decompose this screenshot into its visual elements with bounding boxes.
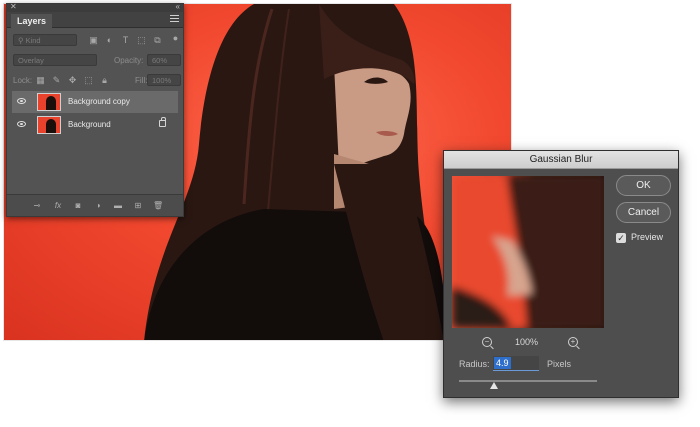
zoom-out-icon[interactable]: − (482, 337, 492, 347)
opacity-field[interactable]: 60% (147, 54, 181, 66)
zoom-in-icon[interactable]: + (568, 337, 578, 347)
lock-icon (159, 117, 166, 127)
layer-row-background[interactable]: Background (12, 114, 178, 136)
zoom-level: 100% (515, 337, 539, 347)
fill-label: Fill: (135, 76, 148, 85)
lock-row: Lock: ▦ ✎ ✥ ⬚ 🔒︎ Fill: 100% (11, 74, 181, 88)
trash-icon[interactable]: 🗑︎ (153, 201, 163, 210)
tab-layers[interactable]: Layers (11, 14, 53, 28)
radius-value: 4.9 (494, 357, 511, 369)
ok-button[interactable]: OK (616, 175, 671, 196)
workspace: ✕ « Layers ⚲ Kind ▣ ◐ T ⬚ ⧉ ● Overlay Op… (0, 0, 700, 427)
folder-icon[interactable]: ▬ (113, 201, 123, 210)
layer-name: Background (68, 120, 111, 129)
blend-row: Overlay Opacity: 60% (11, 54, 181, 68)
type-filter-icon[interactable]: T (121, 36, 130, 45)
collapse-icon[interactable]: « (176, 2, 180, 11)
preview-label: Preview (631, 232, 664, 242)
image-filter-icon[interactable]: ▣ (89, 36, 98, 45)
filter-toggle-icon[interactable]: ● (171, 34, 180, 43)
blend-mode-select[interactable]: Overlay (13, 54, 97, 66)
filter-kind-select[interactable]: ⚲ Kind (13, 34, 77, 46)
link-icon[interactable]: ⊸ (32, 201, 42, 210)
new-layer-icon[interactable]: ⊞ (133, 201, 143, 210)
radius-slider-track[interactable] (459, 380, 597, 382)
layers-bottom-toolbar: ⊸ fx ◙ ◑ ▬ ⊞ 🗑︎ (7, 194, 183, 216)
fill-field[interactable]: 100% (147, 74, 181, 86)
lock-artboard-icon[interactable]: ⬚ (84, 76, 93, 85)
preview-checkbox[interactable]: ✓ (616, 233, 626, 243)
layer-thumbnail (37, 93, 61, 111)
layer-name: Background copy (68, 97, 130, 106)
panel-menu-icon[interactable] (170, 15, 179, 24)
mask-icon[interactable]: ◙ (73, 201, 83, 210)
lock-transparency-icon[interactable]: ▦ (36, 76, 45, 85)
opacity-label: Opacity: (114, 56, 144, 65)
filter-row: ⚲ Kind ▣ ◐ T ⬚ ⧉ ● (11, 33, 179, 47)
adjustment-filter-icon[interactable]: ◐ (105, 36, 114, 45)
panel-tabbar: Layers (7, 12, 183, 28)
visibility-eye-icon[interactable] (17, 98, 26, 104)
shape-filter-icon[interactable]: ⬚ (137, 36, 146, 45)
units-label: Pixels (547, 359, 572, 369)
radius-label: Radius: (459, 359, 490, 369)
radius-slider-thumb[interactable] (489, 382, 498, 389)
gaussian-blur-dialog: Gaussian Blur OK Cancel ✓ Preview − 100%… (443, 150, 679, 398)
lock-position-icon[interactable]: ✥ (68, 76, 77, 85)
blur-preview[interactable] (452, 176, 604, 328)
search-icon: ⚲ (18, 36, 26, 45)
panel-topbar: ✕ « (7, 2, 183, 12)
smart-object-filter-icon[interactable]: ⧉ (153, 36, 162, 45)
zoom-controls: − 100% + (452, 337, 604, 349)
adjustment-icon[interactable]: ◑ (93, 201, 103, 210)
layer-thumbnail (37, 116, 61, 134)
filter-kind-label: Kind (25, 36, 41, 45)
radius-input[interactable]: 4.9 (493, 356, 539, 371)
dialog-title: Gaussian Blur (444, 151, 678, 169)
lock-pixels-icon[interactable]: ✎ (52, 76, 61, 85)
cancel-button[interactable]: Cancel (616, 202, 671, 223)
visibility-eye-icon[interactable] (17, 121, 26, 127)
fx-icon[interactable]: fx (53, 201, 63, 210)
lock-all-icon[interactable]: 🔒︎ (100, 76, 109, 85)
preview-image (452, 176, 604, 328)
layers-panel: ✕ « Layers ⚲ Kind ▣ ◐ T ⬚ ⧉ ● Overlay Op… (6, 2, 184, 217)
layer-row-background-copy[interactable]: Background copy (12, 91, 178, 113)
lock-label: Lock: (13, 76, 33, 85)
close-icon[interactable]: ✕ (10, 2, 17, 11)
